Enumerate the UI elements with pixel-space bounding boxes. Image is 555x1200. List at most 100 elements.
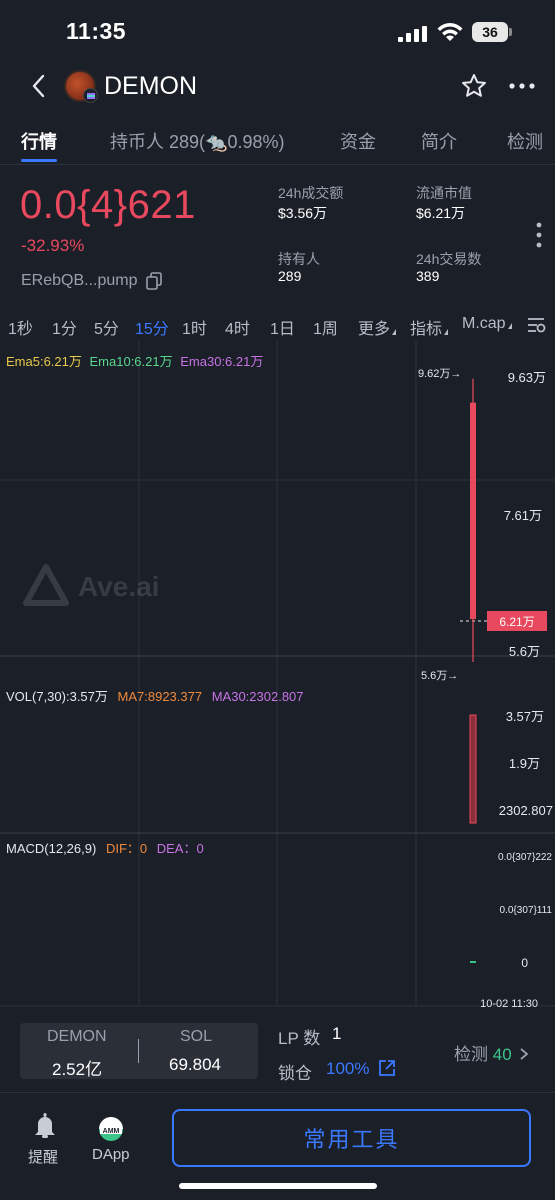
macd-dif-legend: DIF：0 bbox=[106, 841, 147, 856]
high-marker: 9.62万→ bbox=[418, 368, 461, 380]
tab-funds[interactable]: 资金 bbox=[340, 128, 376, 154]
ave-logo-icon bbox=[23, 564, 69, 606]
timeframe-1m[interactable]: 1分 bbox=[52, 315, 77, 339]
liquidity-token-amount: 2.52亿 bbox=[52, 1060, 103, 1079]
dropdown-arrow-icon bbox=[507, 323, 512, 329]
mcap-toggle-label: M.cap bbox=[462, 315, 506, 332]
vol-legend: VOL(7,30):3.57万 bbox=[6, 689, 108, 704]
tab-check[interactable]: 检测 bbox=[507, 128, 543, 154]
security-check-label: 检测 bbox=[454, 1045, 488, 1064]
tx24h-value: 389 bbox=[416, 268, 440, 284]
vertical-more-icon[interactable] bbox=[533, 222, 545, 248]
tab-holders[interactable]: 持币人 289(🐀0.98%) bbox=[110, 128, 284, 154]
low-marker: 5.6万→ bbox=[421, 670, 458, 682]
tab-market[interactable]: 行情 bbox=[21, 128, 57, 154]
dropdown-arrow-icon bbox=[392, 329, 397, 335]
holders-value: 289 bbox=[278, 268, 302, 284]
contract-address[interactable]: ERebQB...pump bbox=[21, 272, 138, 290]
price-change: -32.93% bbox=[21, 236, 85, 255]
vol-tick: 3.57万 bbox=[506, 709, 544, 724]
x-axis-label: 10-02 11:30 bbox=[480, 998, 538, 1010]
mcap-toggle-dropdown[interactable]: M.cap bbox=[462, 315, 512, 333]
holders-label: 持有人 bbox=[278, 251, 320, 267]
price-chart[interactable]: Ave.ai Ema5:6.21万 Ema10:6.21万 Ema30:6.21… bbox=[0, 340, 555, 1020]
y-tick: 7.61万 bbox=[504, 508, 542, 523]
svg-text:VOL(7,30):3.57万 MA7:8923.3: VOL(7,30):3.57万 MA7:8923.377 MA30:2302.8… bbox=[6, 689, 304, 704]
candle-body bbox=[470, 402, 476, 620]
current-price: 0.0{4}621 bbox=[20, 183, 196, 227]
chart-settings-icon[interactable] bbox=[526, 315, 546, 335]
timeframe-1w[interactable]: 1周 bbox=[313, 315, 338, 339]
divider bbox=[0, 1092, 555, 1093]
status-time: 11:35 bbox=[66, 18, 127, 44]
volume-bar bbox=[469, 714, 477, 824]
liquidity-token-label: DEMON bbox=[47, 1028, 107, 1045]
indicator-dropdown[interactable]: 指标 bbox=[410, 315, 449, 339]
dapp-button[interactable]: AMM DApp bbox=[90, 1112, 132, 1168]
vol-tick: 2302.807 bbox=[499, 803, 553, 818]
ema10-legend: Ema10:6.21万 bbox=[90, 354, 173, 369]
amm-dapp-icon: AMM bbox=[99, 1117, 123, 1141]
current-price-tag-label: 6.21万 bbox=[499, 615, 534, 629]
home-indicator bbox=[179, 1183, 377, 1189]
liquidity-sol-label: SOL bbox=[180, 1028, 213, 1045]
divider bbox=[0, 164, 555, 165]
timeframe-5m[interactable]: 5分 bbox=[94, 315, 119, 339]
macd-dea-legend: DEA：0 bbox=[157, 841, 204, 856]
lp-count-value: 1 bbox=[332, 1024, 342, 1043]
ema30-legend: Ema30:6.21万 bbox=[180, 354, 263, 369]
lock-value[interactable]: 100% bbox=[326, 1059, 369, 1079]
ema5-legend: Ema5:6.21万 bbox=[6, 354, 82, 369]
back-icon[interactable] bbox=[26, 70, 56, 102]
macd-tick: 0.0{307}111 bbox=[500, 905, 553, 916]
timeframe-more-dropdown[interactable]: 更多 bbox=[358, 315, 397, 339]
svg-text:AMM: AMM bbox=[103, 1128, 120, 1135]
timeframe-15m[interactable]: 15分 bbox=[135, 315, 169, 339]
battery-level: 36 bbox=[472, 22, 508, 42]
bell-icon bbox=[35, 1113, 55, 1138]
battery-icon: 36 bbox=[472, 22, 512, 42]
dropdown-arrow-icon bbox=[444, 329, 449, 335]
active-tab-indicator bbox=[21, 159, 57, 162]
watermark-text: Ave.ai bbox=[78, 571, 159, 602]
vol-tick: 1.9万 bbox=[509, 756, 540, 771]
more-options-icon[interactable] bbox=[508, 80, 536, 92]
liquidity-sol-amount: 69.804 bbox=[169, 1055, 221, 1074]
vol24h-value: $3.56万 bbox=[278, 205, 328, 221]
timeframe-1h[interactable]: 1时 bbox=[182, 315, 207, 339]
dapp-label: DApp bbox=[92, 1146, 130, 1163]
svg-text:MACD(12,26,9) DIF：0 DE: MACD(12,26,9) DIF：0 DEA：0 bbox=[6, 841, 204, 856]
security-check-score: 40 bbox=[492, 1045, 512, 1064]
tx24h-label: 24h交易数 bbox=[416, 251, 482, 267]
timeframe-1d[interactable]: 1日 bbox=[270, 315, 295, 339]
token-name: DEMON bbox=[104, 72, 198, 100]
mcap-label: 流通市值 bbox=[416, 185, 472, 201]
vol-ma30-legend: MA30:2302.807 bbox=[212, 689, 304, 704]
macd-legend: MACD(12,26,9) bbox=[6, 841, 96, 856]
common-tools-button[interactable]: 常用工具 bbox=[172, 1109, 531, 1167]
solana-chain-icon bbox=[83, 88, 98, 103]
copy-icon[interactable] bbox=[146, 272, 162, 290]
favorite-star-icon[interactable] bbox=[460, 72, 488, 100]
external-link-icon[interactable] bbox=[378, 1059, 396, 1077]
svg-text:Ema5:6.21万 Ema10:6.21万: Ema5:6.21万 Ema10:6.21万 Ema30:6.21万 bbox=[6, 354, 263, 369]
mcap-value: $6.21万 bbox=[416, 205, 466, 221]
chevron-right-icon bbox=[520, 1048, 529, 1060]
lock-label: 锁仓 bbox=[278, 1064, 312, 1083]
timeframe-1s[interactable]: 1秒 bbox=[8, 315, 33, 339]
y-tick: 9.63万 bbox=[508, 370, 546, 385]
cellular-signal-icon bbox=[398, 26, 427, 42]
lp-count-label: LP 数 bbox=[278, 1029, 321, 1048]
liquidity-divider bbox=[138, 1039, 139, 1063]
tab-intro[interactable]: 简介 bbox=[421, 128, 457, 154]
vol24h-label: 24h成交额 bbox=[278, 185, 344, 201]
macd-tick: 0 bbox=[521, 956, 528, 970]
security-check-link[interactable]: 检测 40 bbox=[454, 1040, 530, 1065]
indicator-label: 指标 bbox=[410, 321, 443, 338]
alert-button[interactable]: 提醒 bbox=[28, 1112, 60, 1168]
timeframe-4h[interactable]: 4时 bbox=[225, 315, 250, 339]
vol-ma7-legend: MA7:8923.377 bbox=[118, 689, 203, 704]
macd-tick: 0.0{307}222 bbox=[498, 852, 552, 863]
timeframe-more-label: 更多 bbox=[358, 321, 391, 338]
y-tick: 5.6万 bbox=[509, 644, 540, 659]
